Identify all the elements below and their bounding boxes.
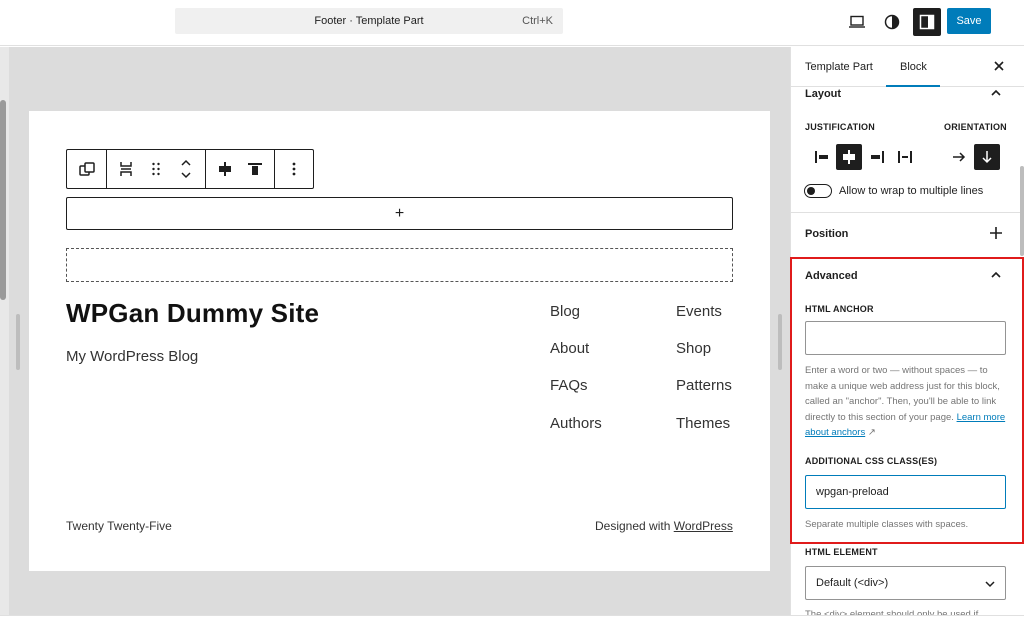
sidebar-tabs: Template Part Block <box>791 47 1024 87</box>
css-classes-input[interactable] <box>805 475 1006 509</box>
tab-template-part[interactable]: Template Part <box>805 61 873 73</box>
tab-block[interactable]: Block <box>900 61 927 73</box>
contrast-icon[interactable] <box>878 8 906 36</box>
html-element-help: The <div> element should only be used if <box>805 609 979 615</box>
html-anchor-input[interactable] <box>805 321 1006 355</box>
settings-sidebar: Template Part Block Layout JUSTIFICATION… <box>790 47 1024 615</box>
justify-center-icon <box>843 150 855 164</box>
bottom-status-strip <box>0 615 1024 636</box>
document-title: Footer · Template Part <box>314 15 424 27</box>
html-anchor-help: Enter a word or two — without spaces — t… <box>805 363 1011 441</box>
panel-divider <box>791 257 1024 258</box>
save-button[interactable]: Save <box>947 8 991 34</box>
wrap-toggle-label: Allow to wrap to multiple lines <box>839 185 984 197</box>
html-element-label: HTML ELEMENT <box>805 547 878 557</box>
wrap-toggle[interactable] <box>804 184 832 198</box>
space-between-icon <box>898 151 912 163</box>
css-classes-help: Separate multiple classes with spaces. <box>805 519 969 530</box>
more-options-icon[interactable] <box>285 157 303 181</box>
orientation-label: ORIENTATION <box>944 122 1007 132</box>
justify-center-icon[interactable] <box>216 157 234 181</box>
nav-link-blog[interactable]: Blog <box>550 303 580 320</box>
nav-link-patterns[interactable]: Patterns <box>676 377 732 394</box>
select-parent-button[interactable] <box>66 149 107 189</box>
nav-link-themes[interactable]: Themes <box>676 415 730 432</box>
align-top-icon[interactable] <box>246 157 264 181</box>
parent-block-icon <box>78 162 95 176</box>
sidebar-toggle-icon[interactable] <box>913 8 941 36</box>
justify-space-between-button[interactable] <box>892 144 918 170</box>
site-tagline[interactable]: My WordPress Blog <box>66 348 198 365</box>
nav-link-about[interactable]: About <box>550 340 589 357</box>
advanced-panel-title[interactable]: Advanced <box>805 270 858 282</box>
justify-right-icon <box>871 151 884 163</box>
layout-panel-title[interactable]: Layout <box>805 88 841 100</box>
resize-handle-right[interactable] <box>778 314 782 370</box>
arrow-down-icon <box>982 151 992 164</box>
top-toolbar: Footer · Template Part Ctrl+K Save <box>0 0 1024 46</box>
toolbar-segment-movers <box>107 150 206 188</box>
nav-link-authors[interactable]: Authors <box>550 415 602 432</box>
arrow-right-icon <box>953 152 966 162</box>
footer-credit: Designed with WordPress <box>595 519 733 533</box>
block-toolbar <box>66 149 314 189</box>
css-classes-label: ADDITIONAL CSS CLASS(ES) <box>805 456 938 466</box>
toolbar-segment-alignment <box>206 150 275 188</box>
panel-divider <box>791 212 1024 213</box>
orientation-horizontal-button[interactable] <box>946 144 972 170</box>
nav-link-shop[interactable]: Shop <box>676 340 711 357</box>
position-panel-title[interactable]: Position <box>805 228 848 240</box>
toolbar-segment-options <box>275 150 313 188</box>
block-controls <box>107 149 314 189</box>
block-appender[interactable]: + <box>66 197 733 230</box>
footer-theme-name[interactable]: Twenty Twenty-Five <box>66 519 172 533</box>
chevron-up-icon[interactable] <box>989 268 1003 282</box>
justify-right-button[interactable] <box>864 144 890 170</box>
site-title[interactable]: WPGan Dummy Site <box>66 298 319 329</box>
move-up-down-icon[interactable] <box>177 157 195 181</box>
chevron-up-icon[interactable] <box>989 86 1003 100</box>
shortcut-hint: Ctrl+K <box>522 15 553 27</box>
canvas-scrollbar[interactable] <box>0 100 6 300</box>
wordpress-link[interactable]: WordPress <box>674 519 733 533</box>
footer-credit-prefix: Designed with <box>595 519 674 533</box>
nav-link-events[interactable]: Events <box>676 303 722 320</box>
justify-center-button[interactable] <box>836 144 862 170</box>
nav-link-faqs[interactable]: FAQs <box>550 377 588 394</box>
html-anchor-label: HTML ANCHOR <box>805 304 874 314</box>
external-link-icon: ↗ <box>867 427 876 438</box>
command-palette-bar[interactable]: Footer · Template Part Ctrl+K <box>175 8 563 34</box>
close-icon[interactable] <box>991 58 1007 74</box>
plus-icon[interactable] <box>989 226 1003 240</box>
drag-handle-icon[interactable] <box>147 157 165 181</box>
justify-left-icon <box>815 151 828 163</box>
active-tab-indicator <box>886 85 940 87</box>
html-element-value: Default (<div>) <box>816 577 889 589</box>
resize-handle-left[interactable] <box>16 314 20 370</box>
stack-block-icon[interactable] <box>117 157 135 181</box>
sidebar-scrollbar[interactable] <box>1020 166 1024 256</box>
justification-label: JUSTIFICATION <box>805 122 875 132</box>
chevron-down-icon <box>985 579 995 591</box>
justify-left-button[interactable] <box>809 144 835 170</box>
empty-block-placeholder[interactable] <box>66 248 733 282</box>
desktop-preview-icon[interactable] <box>843 8 871 36</box>
orientation-vertical-button[interactable] <box>974 144 1000 170</box>
html-element-select[interactable]: Default (<div>) <box>805 566 1006 600</box>
